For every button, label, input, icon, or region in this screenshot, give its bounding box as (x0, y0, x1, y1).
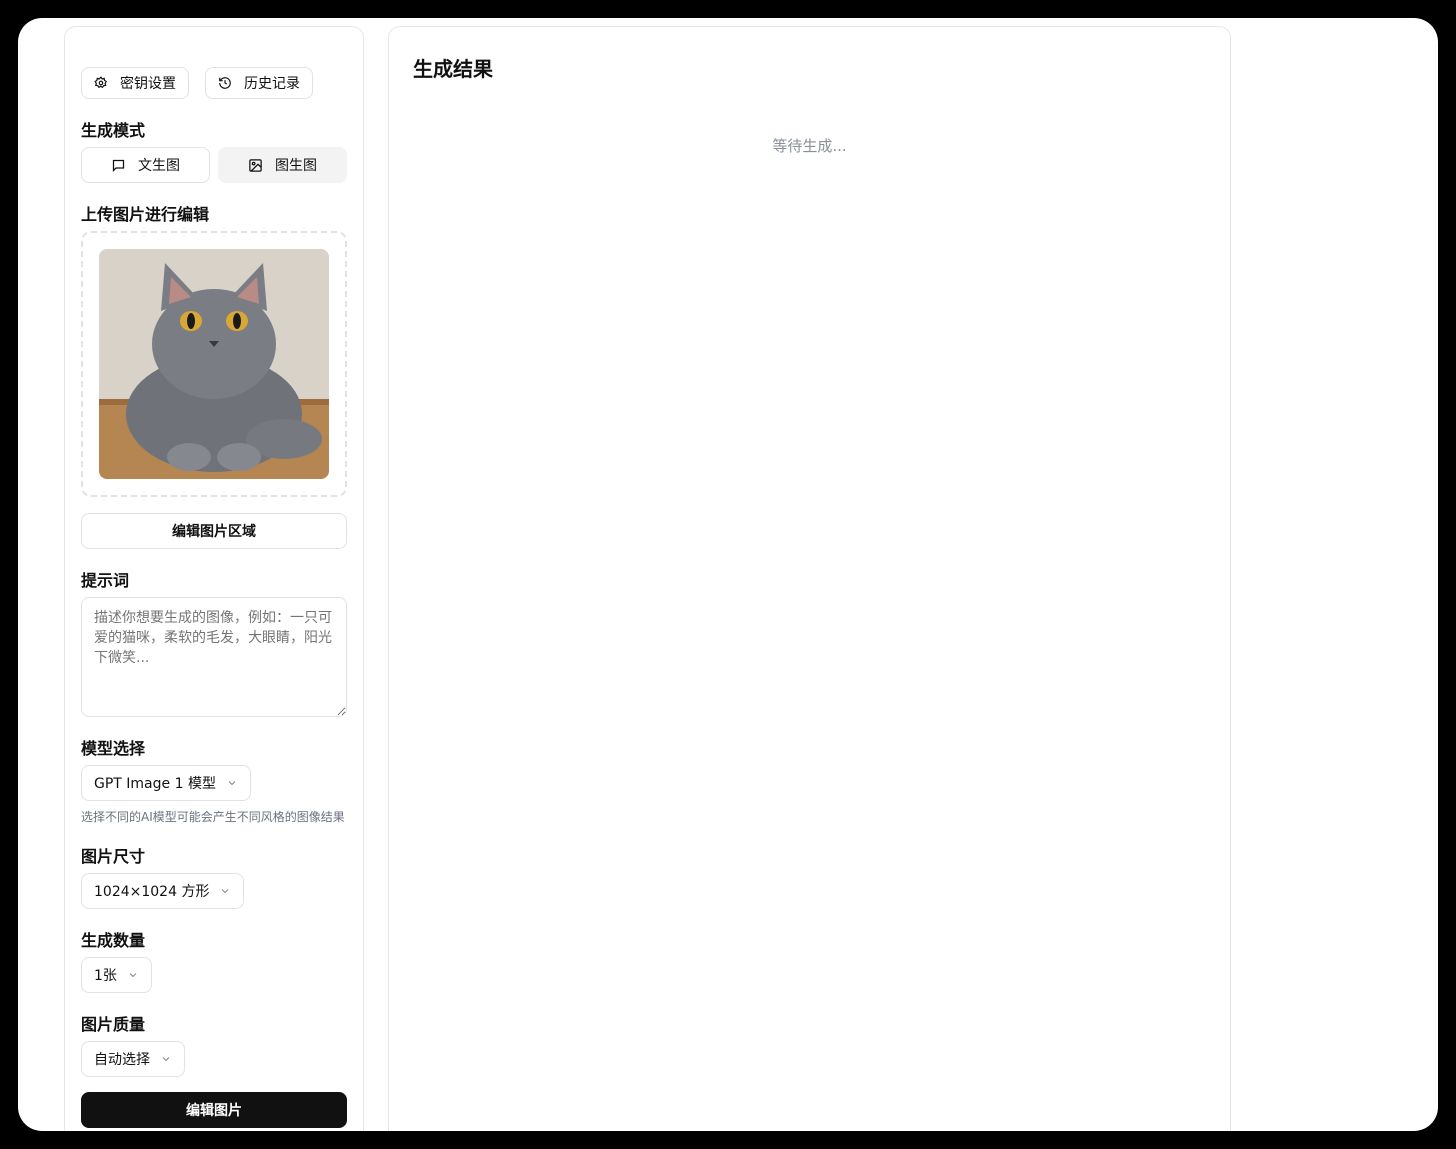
quality-select[interactable]: 自动选择 (81, 1041, 185, 1077)
image-upload-area[interactable] (81, 231, 347, 497)
model-label: 模型选择 (81, 739, 146, 758)
prompt-textarea[interactable] (81, 597, 347, 717)
count-label: 生成数量 (81, 931, 146, 950)
size-select[interactable]: 1024×1024 方形 (81, 873, 245, 909)
upload-label: 上传图片进行编辑 (81, 205, 210, 224)
result-title: 生成结果 (413, 57, 493, 81)
image-icon (248, 158, 263, 173)
app-window: 密钥设置 历史记录 生成模式 文生图 图生图 上传图片进行编辑 编辑图片区域 提… (18, 18, 1438, 1131)
model-select[interactable]: GPT Image 1 模型 (81, 765, 251, 801)
model-hint: 选择不同的AI模型可能会产生不同风格的图像结果 (81, 810, 345, 824)
prompt-label: 提示词 (81, 571, 130, 590)
mode-label: 生成模式 (81, 121, 146, 140)
key-settings-button[interactable]: 密钥设置 (81, 67, 189, 99)
chevron-down-icon (219, 885, 231, 897)
uploaded-image (99, 249, 329, 479)
message-icon (111, 158, 126, 173)
settings-panel: 密钥设置 历史记录 生成模式 文生图 图生图 上传图片进行编辑 编辑图片区域 提… (64, 26, 364, 1131)
chevron-down-icon (127, 969, 139, 981)
text-to-image-button[interactable]: 文生图 (81, 147, 210, 183)
count-select[interactable]: 1张 (81, 957, 152, 993)
size-select-value: 1024×1024 方形 (94, 884, 210, 900)
history-icon (218, 76, 232, 90)
result-panel: 生成结果 等待生成... (388, 26, 1231, 1131)
chevron-down-icon (226, 777, 238, 789)
edit-image-area-button[interactable]: 编辑图片区域 (81, 513, 347, 549)
result-status: 等待生成... (772, 137, 847, 155)
image-to-image-button[interactable]: 图生图 (218, 147, 347, 183)
count-select-value: 1张 (94, 968, 117, 984)
text-to-image-label: 文生图 (138, 158, 180, 174)
key-settings-label: 密钥设置 (120, 76, 176, 92)
chevron-down-icon (160, 1053, 172, 1065)
edit-image-area-label: 编辑图片区域 (172, 524, 256, 540)
edit-image-submit-button[interactable]: 编辑图片 (81, 1092, 347, 1128)
quality-label: 图片质量 (81, 1015, 146, 1034)
model-select-value: GPT Image 1 模型 (94, 776, 216, 792)
gear-icon (94, 76, 108, 90)
history-button[interactable]: 历史记录 (205, 67, 313, 99)
quality-select-value: 自动选择 (94, 1052, 150, 1068)
history-label: 历史记录 (244, 76, 300, 92)
image-to-image-label: 图生图 (275, 158, 317, 174)
size-label: 图片尺寸 (81, 847, 146, 866)
